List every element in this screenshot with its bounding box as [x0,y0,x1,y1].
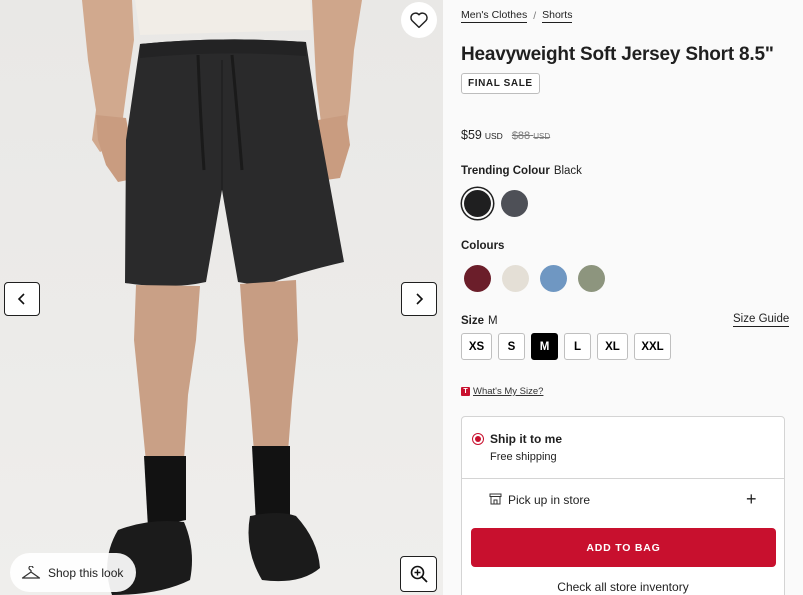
original-price-currency: USD [533,132,551,141]
fulfillment-options: Ship it to me Free shipping Pick up in s… [461,416,785,595]
next-image-button[interactable] [401,282,437,316]
product-image-gallery: Shop this look [0,0,443,595]
pick-up-in-store-option[interactable]: Pick up in store + [462,479,784,523]
check-store-inventory-link[interactable]: Check all store inventory [462,580,784,594]
previous-image-button[interactable] [4,282,40,316]
zoom-in-icon [410,565,428,583]
product-title: Heavyweight Soft Jersey Short 8.5" [461,44,774,65]
add-to-bag-button[interactable]: ADD TO BAG [471,528,776,567]
original-price: $88 USD [512,130,550,142]
colours-label: Colours [461,240,505,252]
expand-plus-icon[interactable]: + [746,490,757,508]
size-value: M [488,315,498,327]
trending-colour-value: Black [553,165,582,177]
free-shipping-label: Free shipping [490,451,557,463]
size-option-s[interactable]: S [498,333,525,360]
size-option-xs[interactable]: XS [461,333,492,360]
swatch-charcoal[interactable] [501,190,528,217]
breadcrumb-mens-clothes[interactable]: Men's Clothes [461,9,528,23]
pick-up-in-store-label: Pick up in store [508,493,591,507]
size-tool-icon: T [461,387,470,396]
ship-radio-selected[interactable] [472,433,484,445]
store-icon [489,493,502,505]
chevron-right-icon [416,293,424,305]
swatch-burgundy[interactable] [464,265,491,292]
original-price-value: $88 [511,130,531,142]
final-sale-badge: FINAL SALE [461,73,540,94]
current-price-currency: USD [484,131,503,141]
size-title: Size [461,315,485,327]
shop-this-look-button[interactable]: Shop this look [10,553,137,592]
swatch-bone[interactable] [502,265,529,292]
chevron-left-icon [17,293,25,305]
size-option-xl[interactable]: XL [597,333,628,360]
size-option-m[interactable]: M [531,333,558,360]
swatch-sage[interactable] [578,265,605,292]
breadcrumb-shorts[interactable]: Shorts [542,9,573,23]
swatch-black[interactable] [464,190,491,217]
shop-this-look-label: Shop this look [48,565,124,580]
ship-it-to-me-option[interactable]: Ship it to me Free shipping [462,417,784,479]
size-option-xxl[interactable]: XXL [634,333,671,360]
product-photo [82,0,362,595]
hanger-icon [21,565,41,579]
price: $59 USD $88 USD [461,128,550,142]
swatch-blue[interactable] [540,265,567,292]
trending-colour-title: Trending Colour [461,165,550,177]
size-label: Size M [461,315,498,327]
trending-swatches [464,190,528,217]
breadcrumb: Men's Clothes / Shorts [461,9,573,23]
add-to-wishlist-button[interactable] [401,2,437,38]
product-details-panel: Men's Clothes / Shorts Heavyweight Soft … [443,0,803,595]
current-price: $59 [461,128,482,142]
ship-it-to-me-label: Ship it to me [490,432,562,446]
breadcrumb-separator: / [533,10,537,22]
size-guide-link[interactable]: Size Guide [733,313,790,327]
heart-icon [410,12,428,29]
trending-colour-label: Trending Colour Black [461,165,582,177]
whats-my-size-link[interactable]: T What's My Size? [461,386,543,397]
size-option-l[interactable]: L [564,333,591,360]
zoom-image-button[interactable] [400,556,437,592]
colour-swatches [464,265,605,292]
size-options: XS S M L XL XXL [461,333,671,360]
whats-my-size-label: What's My Size? [473,386,544,397]
